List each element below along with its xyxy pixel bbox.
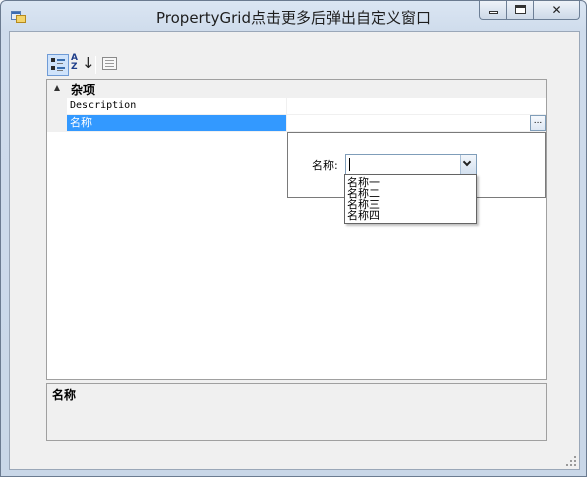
chevron-down-icon (462, 157, 472, 167)
text-caret (349, 158, 350, 171)
ellipsis-button[interactable]: ... (530, 115, 546, 131)
close-icon: ✕ (551, 3, 562, 17)
category-row[interactable]: 杂项 (47, 80, 546, 98)
propertygrid-toolbar: A Z ↓ (47, 54, 121, 76)
name-combobox[interactable] (345, 154, 477, 175)
help-title: 名称 (52, 388, 77, 402)
caption-buttons: ✕ (479, 1, 580, 21)
combobox-dropdown-button[interactable] (460, 155, 476, 174)
minimize-icon (489, 11, 498, 14)
property-pages-icon (102, 57, 117, 70)
property-row-name[interactable]: 名称 ... (67, 115, 546, 132)
collapse-triangle-icon[interactable] (54, 85, 60, 91)
dropdown-option[interactable]: 名称四 (347, 210, 380, 221)
property-name[interactable]: Description (67, 98, 287, 114)
property-name[interactable]: 名称 (67, 115, 287, 131)
alphabetical-sort-icon: A Z ↓ (71, 53, 95, 72)
category-label: 杂项 (71, 83, 96, 97)
maximize-button[interactable] (507, 1, 534, 20)
help-pane: 名称 (46, 383, 547, 441)
title-bar[interactable]: PropertyGrid点击更多后弹出自定义窗口 ✕ (1, 1, 586, 31)
categorized-button[interactable] (47, 54, 69, 76)
close-button[interactable]: ✕ (534, 1, 580, 20)
property-value[interactable] (288, 98, 546, 114)
combobox-dropdown-list: 名称一 名称二 名称三 名称四 (344, 174, 477, 224)
minimize-button[interactable] (479, 1, 507, 20)
property-grid: 杂项 Description 名称 ... (46, 79, 547, 380)
toolbar-separator (95, 56, 96, 74)
categorized-icon (51, 57, 66, 72)
name-label: 名称: (312, 159, 338, 172)
alphabetical-button[interactable]: A Z ↓ (69, 53, 95, 76)
maximize-icon (515, 5, 526, 14)
property-row-description[interactable]: Description (67, 98, 546, 115)
property-pages-button[interactable] (99, 54, 121, 76)
property-value[interactable]: ... (288, 115, 546, 131)
resize-grip-icon[interactable] (565, 455, 577, 467)
